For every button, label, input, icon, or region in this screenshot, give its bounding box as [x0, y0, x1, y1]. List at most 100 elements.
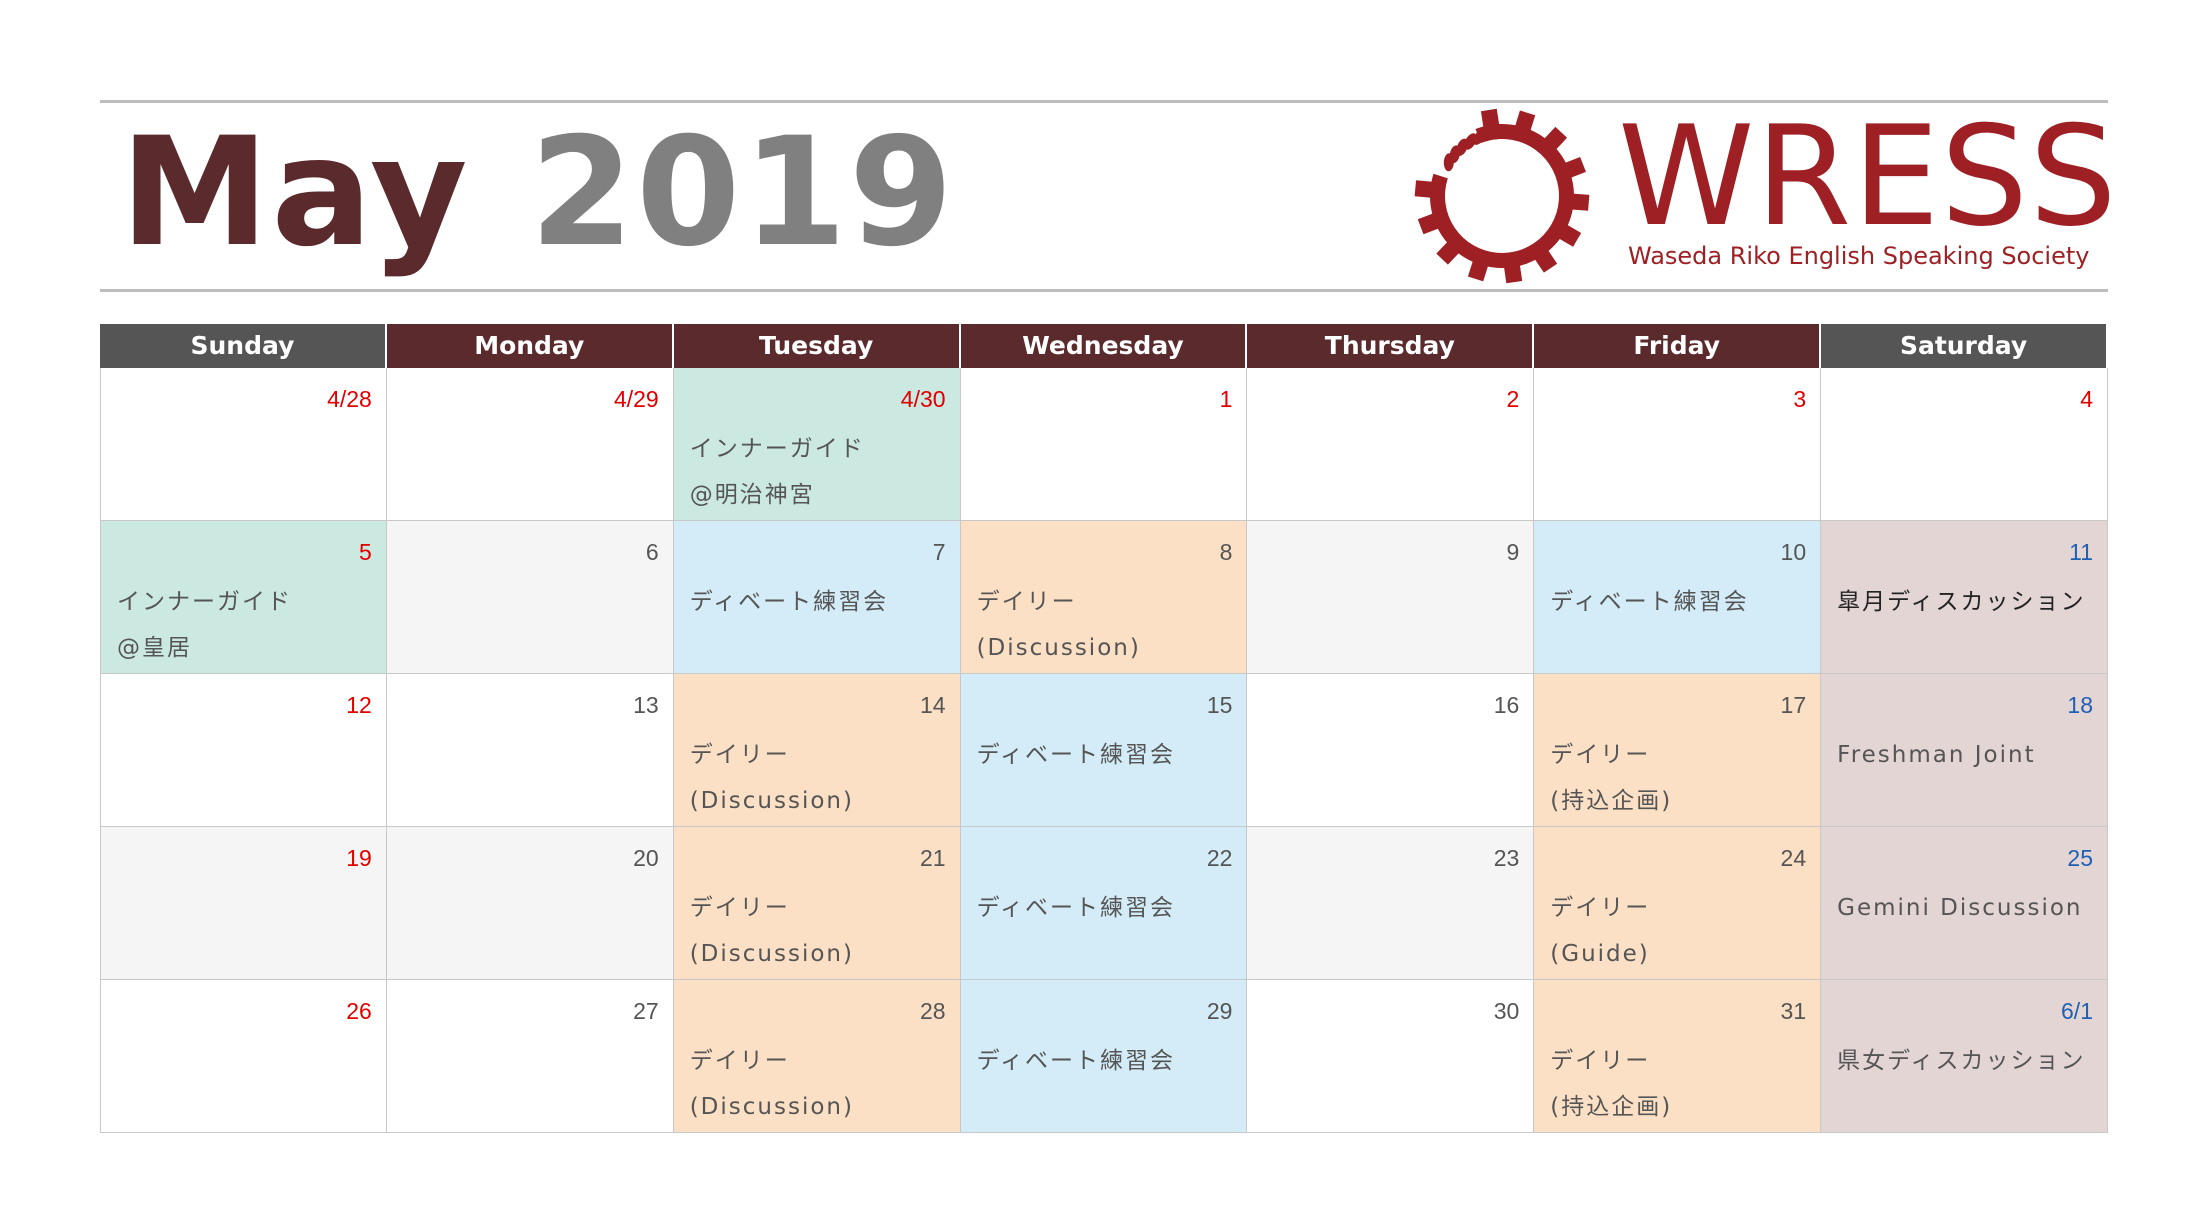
event-line: デイリー: [689, 1048, 790, 1074]
day-number: 8: [1219, 539, 1233, 565]
event-text: インナーガイド @皇居: [117, 579, 292, 671]
day-number: 22: [1206, 845, 1233, 871]
day-number: 21: [919, 845, 946, 871]
day-number: 29: [1206, 998, 1233, 1024]
event-line: インナーガイド: [117, 589, 292, 615]
calendar-day-cell: 26: [100, 980, 387, 1133]
day-number: 15: [1206, 692, 1233, 718]
gear-laurel-icon: [1414, 108, 1590, 284]
calendar-day-cell: 14 デイリー (Discussion): [673, 674, 961, 827]
day-number: 13: [633, 692, 659, 718]
day-number: 17: [1780, 692, 1807, 718]
calendar-day-cell: 24 デイリー (Guide): [1534, 827, 1822, 980]
calendar-day-cell: 29 ディベート練習会: [960, 980, 1248, 1133]
event-text: Gemini Discussion: [1837, 885, 2082, 931]
event-text: デイリー (Discussion): [977, 579, 1141, 671]
calendar-day-cell: 16: [1247, 674, 1535, 827]
calendar-day-cell: 23: [1247, 827, 1535, 980]
calendar-day-cell: 20: [386, 827, 674, 980]
day-number: 26: [346, 998, 372, 1024]
calendar-day-cell: 4: [1821, 368, 2108, 521]
calendar-day-cell: 15 ディベート練習会: [960, 674, 1248, 827]
calendar-day-cell: 3: [1534, 368, 1822, 521]
event-text: ディベート練習会: [977, 885, 1175, 931]
event-line: (Guide): [1550, 941, 1650, 967]
day-number: 16: [1493, 692, 1520, 718]
calendar-day-cell: 5 インナーガイド @皇居: [100, 521, 387, 674]
event-text: 皐月ディスカッション: [1837, 579, 2085, 625]
day-number: 18: [2067, 692, 2093, 718]
event-line: Gemini Discussion: [1837, 895, 2083, 921]
day-number: 28: [919, 998, 946, 1024]
event-line: (Discussion): [689, 941, 854, 967]
title-year: 2019: [529, 106, 956, 280]
calendar-day-cell: 6: [386, 521, 674, 674]
calendar-day-cell: 4/28: [100, 368, 387, 521]
calendar-day-cell: 28 デイリー (Discussion): [673, 980, 961, 1133]
calendar-day-cell: 7 ディベート練習会: [673, 521, 961, 674]
event-text: ディベート練習会: [977, 1038, 1175, 1084]
event-line: ディベート練習会: [976, 895, 1175, 921]
day-number: 25: [2067, 845, 2093, 871]
event-line: (持込企画): [1550, 1094, 1673, 1120]
logo-wordmark: WRESS: [1618, 96, 2118, 257]
day-number: 3: [1793, 386, 1807, 412]
weekday-wednesday: Wednesday: [960, 324, 1248, 368]
event-text: デイリー (持込企画): [1550, 1038, 1672, 1130]
calendar-day-cell: 22 ディベート練習会: [960, 827, 1248, 980]
event-line: @明治神宮: [689, 482, 815, 508]
weekday-monday: Monday: [386, 324, 674, 368]
day-number: 4/29: [613, 386, 659, 412]
event-line: Freshman Joint: [1837, 742, 2036, 768]
event-text: デイリー (持込企画): [1550, 732, 1672, 824]
calendar-day-cell: 30: [1247, 980, 1535, 1133]
event-line: ディベート練習会: [976, 1048, 1175, 1074]
day-number: 31: [1780, 998, 1807, 1024]
wress-logo: WRESS Waseda Riko English Speaking Socie…: [1410, 104, 2117, 289]
day-number: 19: [346, 845, 372, 871]
event-line: デイリー: [1550, 742, 1651, 768]
event-line: 皐月ディスカッション: [1837, 589, 2086, 615]
day-number: 9: [1506, 539, 1520, 565]
header-bottom-divider: [100, 289, 2108, 292]
calendar-grid: Sunday Monday Tuesday Wednesday Thursday…: [100, 324, 2108, 1133]
day-number: 20: [633, 845, 659, 871]
event-line: (持込企画): [1550, 788, 1673, 814]
gear-tooth: [1414, 180, 1434, 198]
calendar-day-cell: 2: [1247, 368, 1535, 521]
weekday-tuesday: Tuesday: [673, 324, 961, 368]
event-text: デイリー (Guide): [1550, 885, 1650, 977]
calendar-day-cell: 8 デイリー (Discussion): [960, 521, 1248, 674]
day-number: 5: [359, 539, 372, 565]
calendar-day-cell: 18 Freshman Joint: [1821, 674, 2108, 827]
event-line: デイリー: [1550, 895, 1651, 921]
event-line: (Discussion): [689, 1094, 854, 1120]
day-number: 10: [1780, 539, 1807, 565]
event-line: デイリー: [689, 742, 790, 768]
calendar-day-cell: 31 デイリー (持込企画): [1534, 980, 1822, 1133]
event-text: 県女ディスカッション: [1837, 1038, 2085, 1084]
calendar-day-cell: 25 Gemini Discussion: [1821, 827, 2108, 980]
day-number: 4/28: [327, 386, 372, 412]
day-number: 14: [919, 692, 946, 718]
calendar-day-cell: 19: [100, 827, 387, 980]
weekday-friday: Friday: [1534, 324, 1822, 368]
day-number: 27: [633, 998, 659, 1024]
day-number: 11: [2069, 539, 2093, 565]
calendar-day-cell: 17 デイリー (持込企画): [1534, 674, 1822, 827]
event-text: デイリー (Discussion): [690, 885, 854, 977]
calendar-day-cell: 27: [386, 980, 674, 1133]
day-number: 30: [1493, 998, 1520, 1024]
weekday-sunday: Sunday: [100, 324, 387, 368]
event-line: ディベート練習会: [1550, 589, 1749, 615]
event-text: デイリー (Discussion): [690, 732, 854, 824]
event-line: (Discussion): [976, 635, 1141, 661]
event-line: (Discussion): [689, 788, 854, 814]
gear-tooth: [1570, 193, 1590, 211]
calendar-day-cell: 6/1 県女ディスカッション: [1821, 980, 2108, 1133]
event-text: ディベート練習会: [690, 579, 888, 625]
event-line: 県女ディスカッション: [1837, 1048, 2086, 1074]
event-line: デイリー: [689, 895, 790, 921]
day-number: 6: [645, 539, 659, 565]
day-number: 6/1: [2061, 998, 2093, 1024]
